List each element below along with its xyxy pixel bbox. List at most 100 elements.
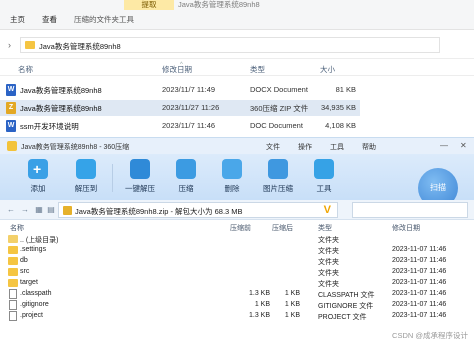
grid-view-icon[interactable]: ▦	[34, 204, 44, 216]
zip-list-item[interactable]: src 文件夹 2023-11-07 11:46	[0, 267, 474, 278]
minimize-icon[interactable]: —	[440, 141, 448, 150]
file-name: ssm开发环境说明	[20, 122, 79, 131]
item-name: target	[20, 279, 38, 286]
col-size[interactable]: 大小	[320, 64, 335, 75]
zip-window: Java教务管理系统89nh8 - 360压缩 文件 操作 工具 帮助 — ✕ …	[0, 137, 474, 345]
col-name[interactable]: 名称	[18, 64, 33, 75]
zip-list-item[interactable]: .settings 文件夹 2023-11-07 11:46	[0, 245, 474, 256]
item-modified: 2023-11-07 11:46	[392, 268, 447, 275]
folder-icon	[8, 257, 18, 265]
zip-list-item[interactable]: db 文件夹 2023-11-07 11:46	[0, 256, 474, 267]
zip-toolbar: + 添加 解压到 一键解压 压缩 删除 图片压缩 工具 扫描	[0, 154, 474, 208]
item-name: db	[20, 257, 28, 264]
path-dropdown-icon[interactable]: V	[324, 204, 331, 216]
zip-list-item[interactable]: .. (上级目录) 文件夹	[0, 234, 474, 245]
compress-label: 压缩	[178, 184, 194, 193]
zip-list-item[interactable]: .classpath 1.3 KB 1 KB CLASSPATH 文件 2023-11-…	[0, 289, 474, 300]
file-size: 34,935 KB	[320, 103, 356, 112]
zip-search-box[interactable]	[352, 202, 468, 218]
back-icon[interactable]: ←	[6, 204, 16, 216]
menu-file[interactable]: 文件	[266, 142, 280, 152]
col-size-before[interactable]: 压缩前	[230, 223, 251, 233]
file-size: 4,108 KB	[325, 121, 356, 130]
extract-to-button[interactable]: 解压到	[64, 158, 108, 198]
zip-list-item[interactable]: .project 1.3 KB 1 KB PROJECT 文件 2023-11-07 1…	[0, 311, 474, 322]
item-size-after: 1 KB	[284, 312, 300, 319]
tools-button[interactable]: 工具	[302, 158, 346, 198]
one-click-extract-button[interactable]: 一键解压	[118, 158, 162, 198]
toolbar-divider	[112, 164, 113, 192]
window-title: Java教务管理系统89nh8	[178, 0, 260, 9]
menu-operation[interactable]: 操作	[298, 142, 312, 152]
item-name: src	[20, 268, 30, 275]
item-size-after: 1 KB	[284, 301, 300, 308]
item-type: 文件夹	[318, 270, 339, 277]
zip-path-bar[interactable]: Java教务管理系统89nh8.zip - 解包大小为 68.3 MB V	[58, 202, 338, 218]
col-type[interactable]: 类型	[250, 64, 265, 75]
col-modified[interactable]: 修改日期	[392, 223, 420, 233]
forward-icon[interactable]: →	[20, 204, 30, 216]
word-icon: W	[6, 120, 16, 132]
folder-icon	[8, 279, 18, 287]
tab-compressed-folder-tools[interactable]: 压缩的文件夹工具	[74, 14, 134, 26]
col-name[interactable]: 名称	[10, 223, 24, 233]
file-row[interactable]: Z Java教务管理系统89nh8 2023/11/27 11:26 360压缩…	[0, 100, 360, 116]
item-type: 文件夹	[318, 237, 339, 244]
item-name: .classpath	[20, 290, 52, 297]
item-type: CLASSPATH 文件	[318, 292, 375, 299]
extract-icon	[76, 159, 96, 179]
col-size-after[interactable]: 压缩后	[272, 223, 293, 233]
item-modified: 2023-11-07 11:46	[392, 290, 447, 297]
item-type: 文件夹	[318, 281, 339, 288]
file-row[interactable]: W ssm开发环境说明 2023/11/7 11:46 DOC Document…	[0, 118, 360, 134]
folder-icon	[8, 246, 18, 254]
one-click-extract-icon	[130, 159, 150, 179]
parent-folder-icon	[8, 235, 18, 243]
menu-tools[interactable]: 工具	[330, 142, 344, 152]
zip-list-item[interactable]: target 文件夹 2023-11-07 11:46	[0, 278, 474, 289]
delete-label: 删除	[224, 184, 240, 193]
folder-icon	[25, 41, 35, 49]
tools-label: 工具	[316, 184, 332, 193]
add-icon: +	[28, 159, 48, 179]
delete-icon	[222, 159, 242, 179]
tab-extract[interactable]: 提取	[124, 0, 174, 10]
col-type[interactable]: 类型	[318, 223, 332, 233]
address-bar[interactable]: Java教务管理系统89nh8	[20, 37, 440, 53]
close-icon[interactable]: ✕	[460, 141, 467, 150]
tab-view[interactable]: 查看	[42, 14, 57, 26]
item-name: .gitignore	[20, 301, 49, 308]
chevron-down-icon[interactable]: ›	[8, 40, 11, 50]
one-click-extract-label: 一键解压	[125, 184, 155, 193]
tab-home[interactable]: 主页	[10, 14, 25, 26]
item-name: .settings	[20, 246, 47, 253]
item-type: 文件夹	[318, 259, 339, 266]
address-bar-area: › Java教务管理系统89nh8	[0, 31, 474, 59]
file-row[interactable]: W Java教务管理系统89nh8 2023/11/7 11:49 DOCX D…	[0, 82, 360, 98]
menu-help[interactable]: 帮助	[362, 142, 376, 152]
zip-list-item[interactable]: .gitignore 1 KB 1 KB GITIGNORE 文件 2023-11-07…	[0, 300, 474, 311]
delete-button[interactable]: 删除	[210, 158, 254, 198]
add-button[interactable]: + 添加	[16, 158, 60, 198]
zip-window-title: Java教务管理系统89nh8 - 360压缩	[21, 144, 130, 151]
col-date[interactable]: 修改日期	[162, 64, 192, 75]
item-modified: 2023-11-07 11:46	[392, 279, 447, 286]
add-label: 添加	[30, 184, 46, 193]
item-modified: 2023-11-07 11:46	[392, 312, 447, 319]
compress-button[interactable]: 压缩	[164, 158, 208, 198]
image-compress-icon	[268, 159, 288, 179]
item-name: .. (上级目录)	[20, 237, 59, 244]
zip-column-header: 名称 压缩前 压缩后 类型 修改日期	[0, 221, 474, 233]
zip-file-icon	[63, 206, 72, 215]
zip-app-icon	[7, 141, 17, 151]
file-icon	[9, 289, 17, 299]
file-type: DOC Document	[250, 121, 303, 130]
zip-navigation-bar: ← → ▦ ▤ Java教务管理系统89nh8.zip - 解包大小为 68.3…	[0, 200, 474, 220]
explorer-ribbon: 提取 Java教务管理系统89nh8 主页 查看 压缩的文件夹工具	[0, 0, 474, 30]
image-compress-label: 图片压缩	[263, 184, 293, 193]
item-modified: 2023-11-07 11:46	[392, 257, 447, 264]
folder-icon	[8, 268, 18, 276]
list-view-icon[interactable]: ▤	[46, 204, 56, 216]
csdn-watermark: CSDN @成承程序设计	[392, 331, 468, 340]
image-compress-button[interactable]: 图片压缩	[256, 158, 300, 198]
